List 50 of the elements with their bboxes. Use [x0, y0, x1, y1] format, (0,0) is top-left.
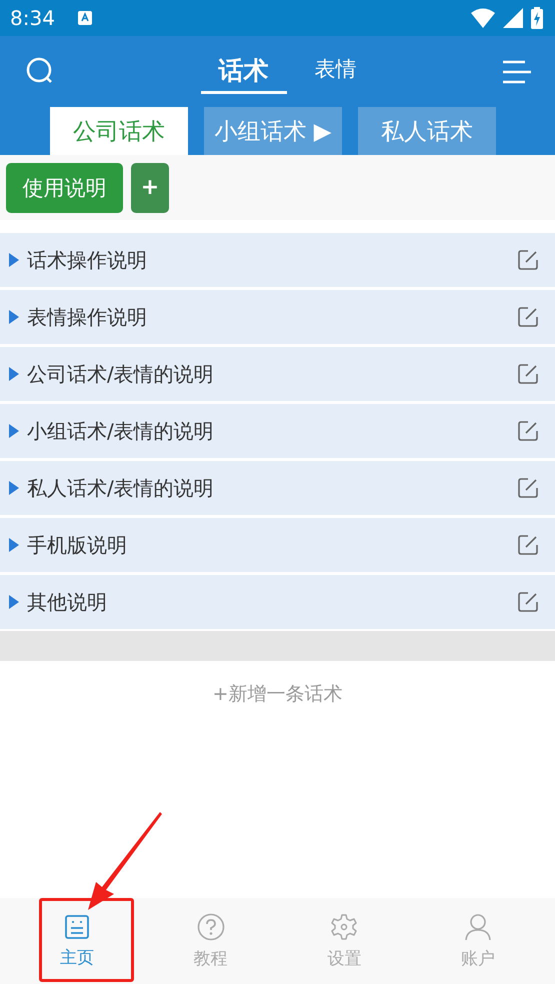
- instructions-button[interactable]: 使用说明: [6, 162, 123, 212]
- edit-icon[interactable]: [517, 363, 539, 385]
- edit-icon[interactable]: [517, 477, 539, 499]
- wifi-icon: [471, 8, 495, 28]
- expand-arrow-icon[interactable]: [9, 424, 19, 438]
- item-title: 话术操作说明: [27, 246, 148, 274]
- nav-item[interactable]: 账户: [411, 898, 545, 984]
- person-icon: [464, 912, 492, 940]
- edit-icon[interactable]: [517, 534, 539, 556]
- document-icon: [64, 914, 90, 940]
- expand-arrow-icon[interactable]: [9, 310, 19, 324]
- item-title: 其他说明: [27, 588, 108, 616]
- item-title: 私人话术/表情的说明: [27, 474, 215, 502]
- settings-icon: [330, 912, 358, 940]
- tab[interactable]: 表情: [304, 50, 366, 94]
- nav-item[interactable]: 主页: [10, 898, 144, 984]
- tab[interactable]: 公司话术: [50, 107, 188, 155]
- item-title: 表情操作说明: [27, 304, 148, 330]
- expand-arrow-icon[interactable]: [9, 367, 19, 381]
- list-item[interactable]: 小组话术/表情的说明: [0, 404, 555, 458]
- add-button[interactable]: +: [131, 162, 169, 212]
- tab[interactable]: 小组话术 ▶: [204, 107, 342, 155]
- signal-icon: [503, 8, 523, 28]
- list-item[interactable]: 其他说明: [0, 575, 555, 629]
- help-icon: [196, 912, 225, 940]
- list-item[interactable]: 表情操作说明: [0, 290, 555, 344]
- item-title: 小组话术/表情的说明: [27, 418, 215, 444]
- keyboard-notification-icon: [76, 10, 93, 26]
- item-title: 公司话术/表情的说明: [27, 360, 215, 388]
- tab[interactable]: 话术: [200, 50, 286, 94]
- list-item[interactable]: 手机版说明: [0, 518, 555, 572]
- nav-item[interactable]: 设置: [278, 898, 412, 984]
- expand-arrow-icon[interactable]: [9, 481, 19, 495]
- nav-item[interactable]: 教程: [144, 898, 278, 984]
- edit-icon[interactable]: [517, 591, 539, 613]
- edit-icon[interactable]: [517, 249, 539, 271]
- tab[interactable]: 私人话术: [358, 107, 496, 155]
- clock: 8:34: [10, 6, 55, 30]
- list-item[interactable]: 话术操作说明: [0, 233, 555, 287]
- menu-icon[interactable]: [501, 58, 531, 84]
- battery-icon: [531, 7, 543, 29]
- edit-icon[interactable]: [517, 306, 539, 328]
- expand-arrow-icon[interactable]: [9, 595, 19, 609]
- item-title: 手机版说明: [27, 532, 128, 558]
- list-item[interactable]: 私人话术/表情的说明: [0, 461, 555, 515]
- list-item[interactable]: 公司话术/表情的说明: [0, 347, 555, 401]
- edit-icon[interactable]: [517, 420, 539, 442]
- add-entry-link[interactable]: +新增一条话术: [212, 681, 342, 707]
- expand-arrow-icon[interactable]: [9, 538, 19, 552]
- expand-arrow-icon[interactable]: [9, 253, 19, 267]
